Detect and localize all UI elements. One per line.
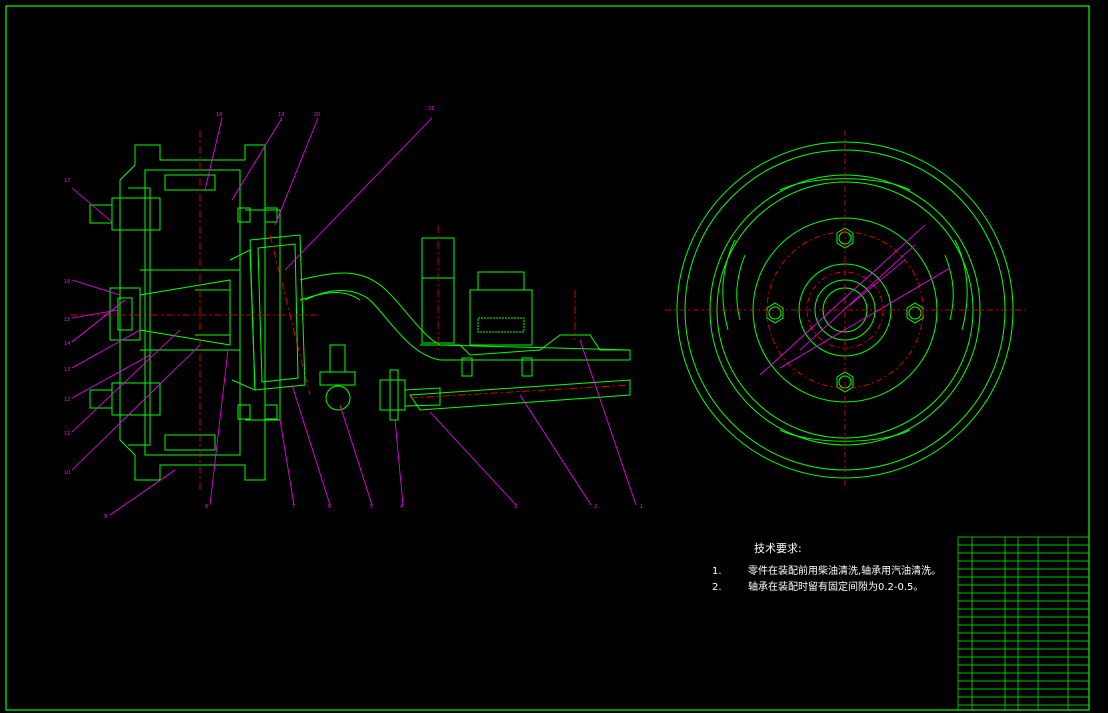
requirement-2-text: 轴承在装配时留有固定间隙为0.2-0.5。	[748, 582, 924, 593]
requirement-1-number: 1.	[712, 566, 722, 577]
callout-1: 1	[640, 504, 643, 510]
drawing-border	[5, 5, 1090, 711]
callout-7: 7	[292, 504, 295, 510]
callout-11: 11	[64, 431, 70, 437]
callout-18: 18	[216, 112, 222, 118]
parts-table	[957, 536, 1090, 711]
callout-16: 16	[64, 279, 70, 285]
callout-15: 15	[64, 317, 70, 323]
callout-5: 5	[370, 504, 373, 510]
requirement-1: 1. 零件在装配前用柴油清洗,轴承用汽油清洗。	[712, 562, 941, 577]
wheel-dimension-lines	[759, 224, 951, 376]
cad-drawing-canvas: 123456789101112131415161718 19 2021	[5, 5, 1090, 711]
requirement-2: 2. 轴承在装配时留有固定间隙为0.2-0.5。	[712, 578, 923, 593]
callout-19: 19	[278, 112, 284, 118]
sectional-assembly-view	[89, 144, 631, 481]
callout-3: 3	[514, 504, 517, 510]
callout-2: 2	[594, 504, 597, 510]
wheel-center-marks	[665, 130, 1025, 490]
callout-8: 8	[205, 504, 208, 510]
callout-6: 6	[328, 504, 331, 510]
requirement-1-text: 零件在装配前用柴油清洗,轴承用汽油清洗。	[748, 566, 942, 577]
callout-13: 13	[64, 367, 70, 373]
technical-requirements-title: 技术要求:	[754, 542, 802, 555]
callout-12: 12	[64, 397, 70, 403]
callout-21: 21	[428, 106, 434, 112]
callout-4: 4	[400, 504, 403, 510]
callout-9: 9	[104, 514, 107, 520]
callout-10: 10	[64, 470, 70, 476]
requirement-2-number: 2.	[712, 582, 722, 593]
callout-17: 17	[64, 178, 70, 184]
callout-14: 14	[64, 341, 70, 347]
callout-labels: 123456789101112131415161718 19 2021	[64, 106, 643, 520]
callout-20: 20	[314, 112, 320, 118]
